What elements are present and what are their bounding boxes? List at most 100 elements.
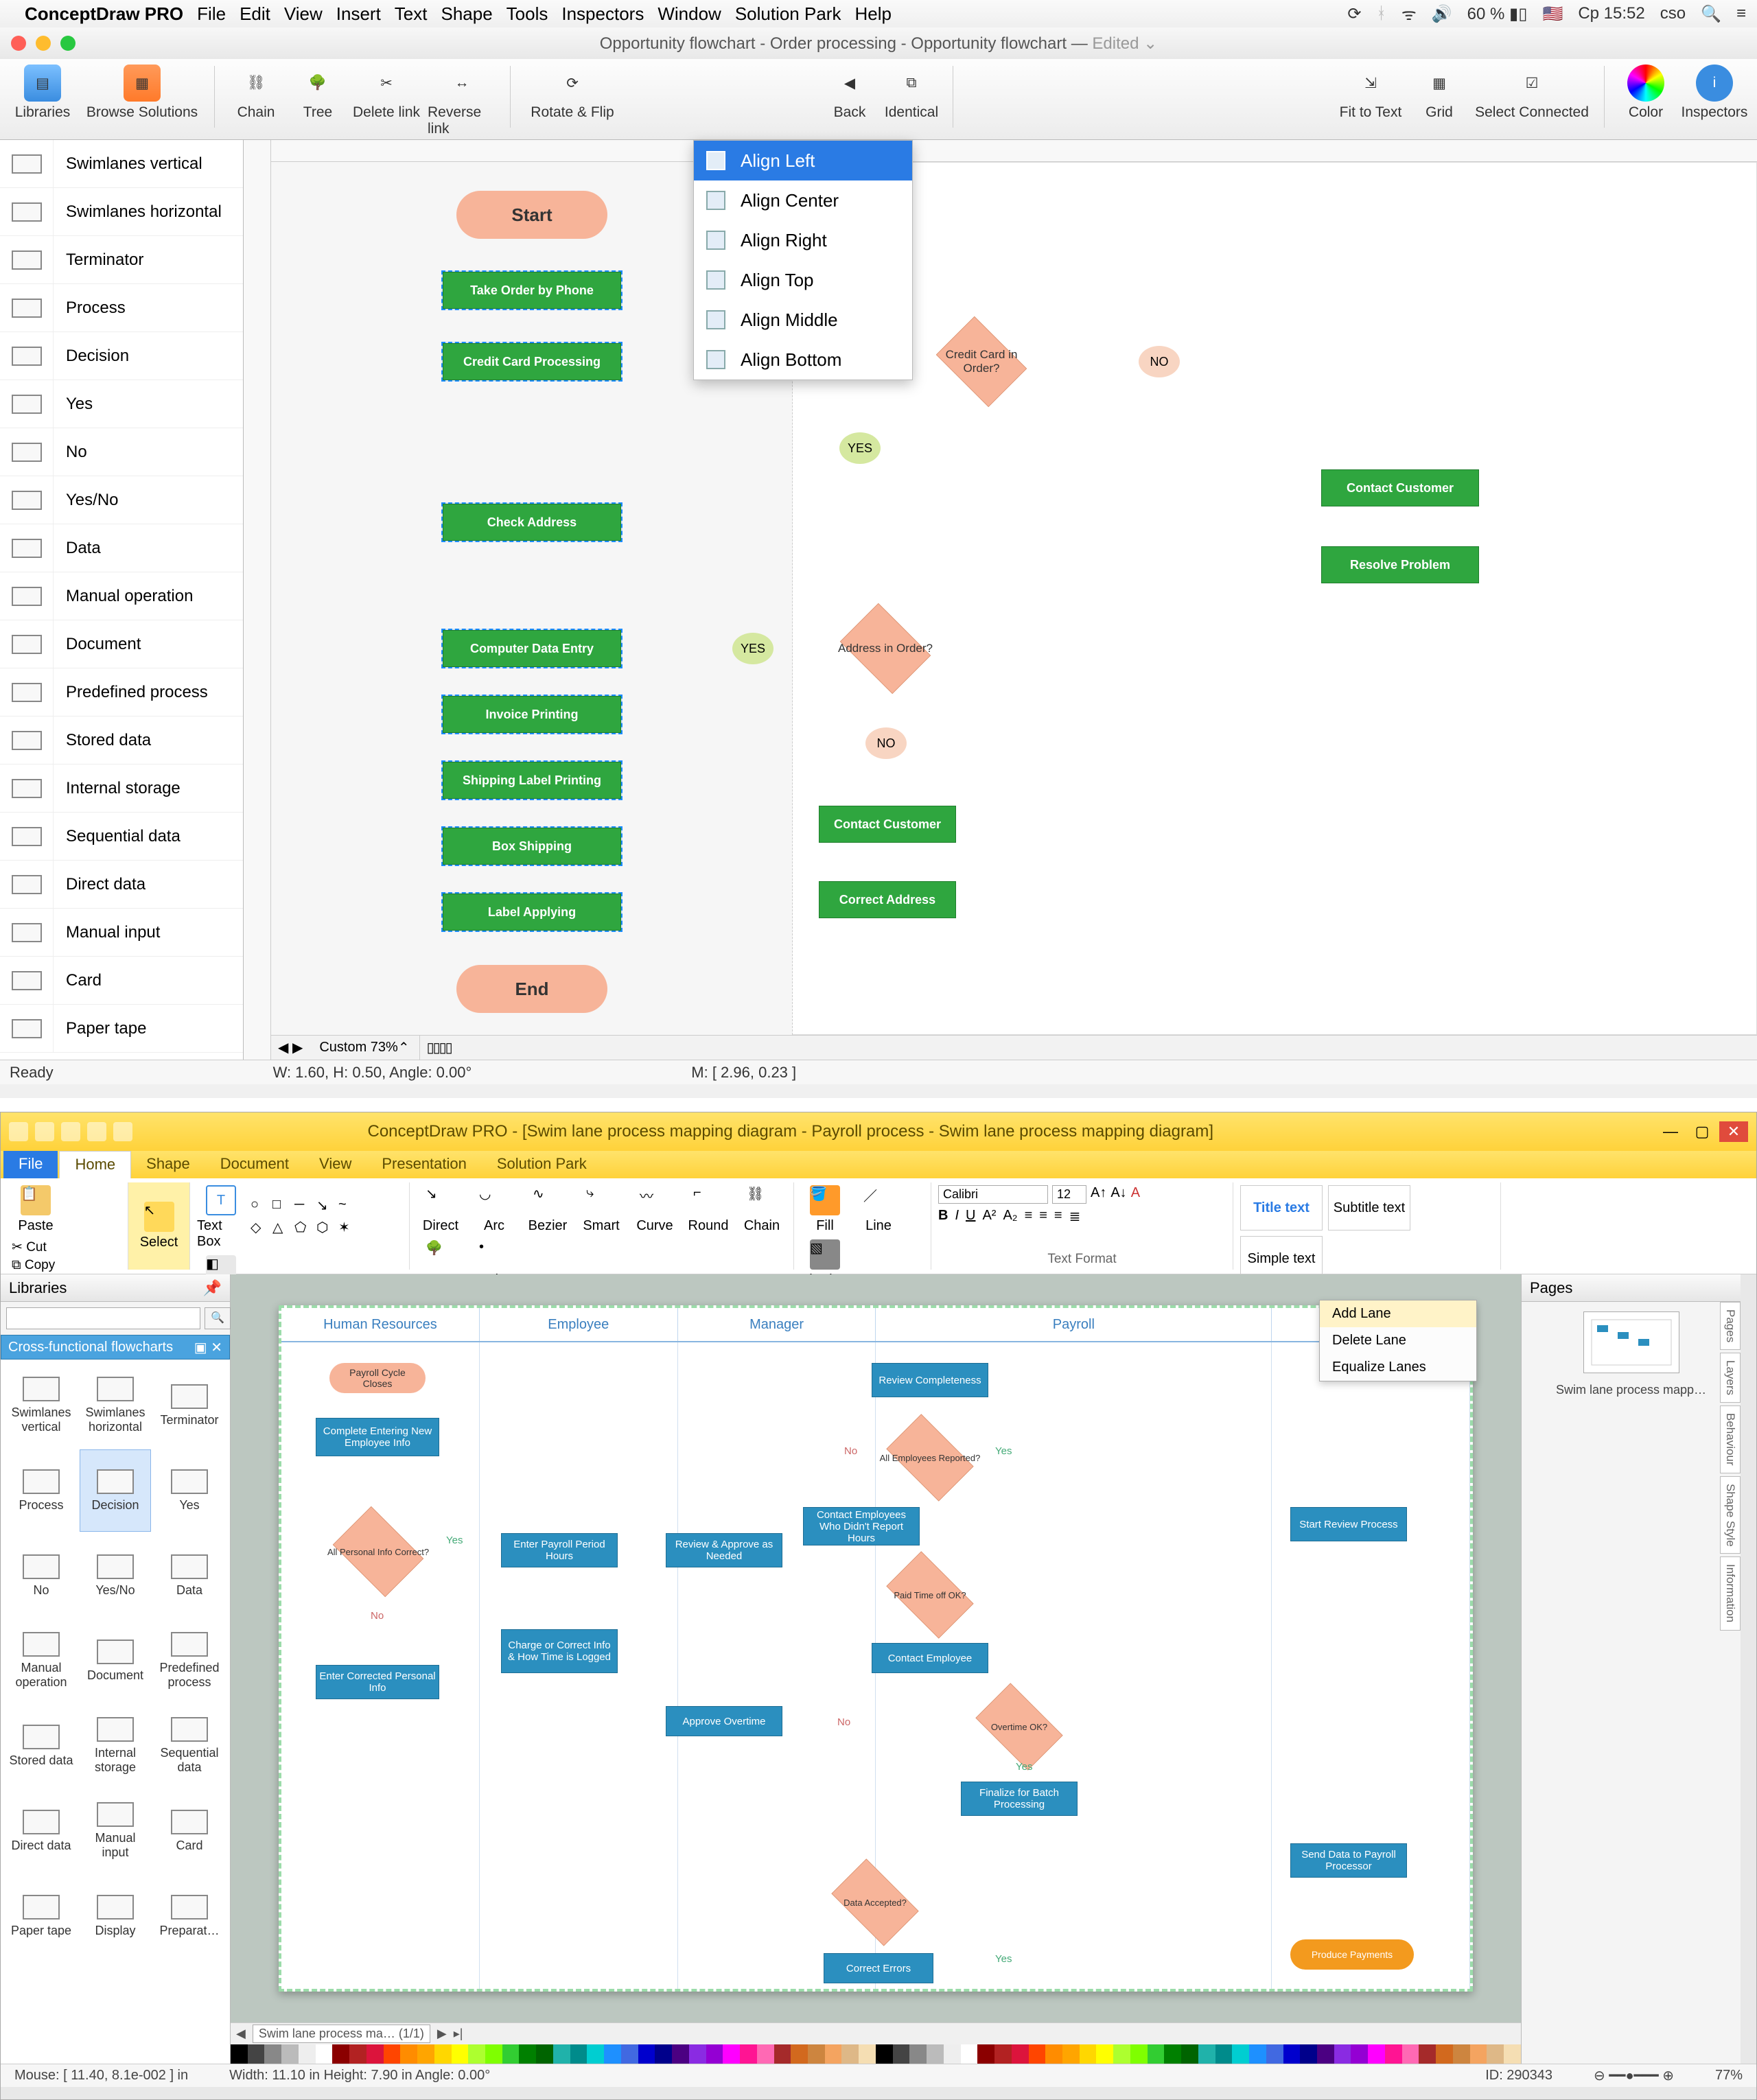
menu-extra-icon[interactable]: ≡	[1736, 4, 1746, 23]
palette-swatch[interactable]	[1266, 2044, 1283, 2064]
shape-item[interactable]: No	[0, 428, 243, 476]
palette-swatch[interactable]	[1317, 2044, 1334, 2064]
palette-swatch[interactable]	[1181, 2044, 1198, 2064]
align-right-item[interactable]: Align Right	[694, 220, 912, 260]
side-tab-behaviour[interactable]: Behaviour	[1720, 1405, 1741, 1473]
palette-swatch[interactable]	[1062, 2044, 1080, 2064]
palette-swatch[interactable]	[876, 2044, 893, 2064]
conn-direct[interactable]: ↘Direct	[417, 1185, 465, 1234]
wf-pr-contact-emps[interactable]: Contact Employees Who Didn't Report Hour…	[803, 1507, 920, 1545]
palette-swatch[interactable]	[485, 2044, 502, 2064]
palette-swatch[interactable]	[264, 2044, 281, 2064]
wf-pv-start-review[interactable]: Start Review Process	[1290, 1507, 1407, 1541]
tree-button[interactable]: 🌳Tree	[290, 63, 345, 137]
shape-item[interactable]: Process	[0, 284, 243, 332]
file-tab[interactable]: File	[3, 1151, 58, 1178]
zoom-selector[interactable]: Custom 73% ⌃	[310, 1036, 419, 1060]
palette-swatch[interactable]	[706, 2044, 723, 2064]
wf-pr-correct-errors[interactable]: Correct Errors	[824, 1953, 933, 1983]
wf-mgr-review[interactable]: Review & Approve as Needed	[666, 1533, 782, 1567]
wf-mgr-overtime[interactable]: Approve Overtime	[666, 1706, 782, 1736]
font-shrink-icon[interactable]: A↓	[1110, 1185, 1126, 1204]
process-contact-cust[interactable]: Contact Customer	[1321, 469, 1479, 506]
line-button[interactable]: ／Line	[854, 1185, 903, 1234]
palette-swatch[interactable]	[825, 2044, 842, 2064]
menu-insert[interactable]: Insert	[336, 3, 381, 25]
tab-document[interactable]: Document	[205, 1151, 304, 1178]
palette-swatch[interactable]	[231, 2044, 248, 2064]
tab-view[interactable]: View	[304, 1151, 366, 1178]
shape-item[interactable]: Decision	[0, 332, 243, 380]
conn-round[interactable]: ⌐Round	[684, 1185, 732, 1234]
palette-swatch[interactable]	[1012, 2044, 1029, 2064]
palette-swatch[interactable]	[417, 2044, 434, 2064]
align-center-item[interactable]: Align Center	[694, 180, 912, 220]
palette-swatch[interactable]	[400, 2044, 417, 2064]
delete-lane-item[interactable]: Delete Lane	[1320, 1327, 1476, 1354]
side-tab-shape-style[interactable]: Shape Style	[1720, 1476, 1741, 1554]
paste-button[interactable]: 📋Paste	[12, 1185, 60, 1234]
palette-swatch[interactable]	[316, 2044, 333, 2064]
palette-swatch[interactable]	[740, 2044, 757, 2064]
shape-item[interactable]: Terminator	[0, 236, 243, 284]
shape-item[interactable]: Document	[0, 620, 243, 668]
libraries-button[interactable]: ▤Libraries	[8, 63, 77, 121]
tab-home[interactable]: Home	[59, 1151, 131, 1178]
decision-cc[interactable]: Credit Card in Order?	[930, 324, 1033, 399]
wf-pv-send-data[interactable]: Send Data to Payroll Processor	[1290, 1843, 1407, 1878]
tab-presentation[interactable]: Presentation	[366, 1151, 482, 1178]
menu-window[interactable]: Window	[658, 3, 721, 25]
palette-swatch[interactable]	[519, 2044, 536, 2064]
flag-icon[interactable]: 🇺🇸	[1542, 4, 1563, 24]
palette-swatch[interactable]	[1080, 2044, 1097, 2064]
bluetooth-icon[interactable]: ᚼ	[1376, 4, 1386, 23]
library-category-header[interactable]: Cross-functional flowcharts▣ ✕	[1, 1335, 230, 1360]
palette-swatch[interactable]	[281, 2044, 299, 2064]
palette-swatch[interactable]	[1232, 2044, 1249, 2064]
library-item[interactable]: Yes/No	[80, 1535, 150, 1616]
cut-button[interactable]: ✂ Cut	[12, 1239, 69, 1255]
palette-swatch[interactable]	[977, 2044, 994, 2064]
shape-item[interactable]: Data	[0, 524, 243, 572]
process-correct-addr[interactable]: Correct Address	[819, 881, 956, 918]
menu-help[interactable]: Help	[854, 3, 891, 25]
tab-shape[interactable]: Shape	[131, 1151, 205, 1178]
palette-swatch[interactable]	[927, 2044, 944, 2064]
terminator-payroll-start[interactable]: Payroll Cycle Closes	[329, 1363, 426, 1393]
palette-swatch[interactable]	[841, 2044, 859, 2064]
shape-item[interactable]: Swimlanes vertical	[0, 140, 243, 188]
library-item[interactable]: Direct data	[6, 1790, 76, 1871]
align-top-item[interactable]: Align Top	[694, 260, 912, 300]
wf-pv-produce[interactable]: Produce Payments	[1290, 1939, 1414, 1970]
palette-swatch[interactable]	[672, 2044, 689, 2064]
palette-swatch[interactable]	[723, 2044, 740, 2064]
chain-button[interactable]: ⛓Chain	[229, 63, 283, 137]
library-item[interactable]: Paper tape	[6, 1876, 76, 1957]
palette-swatch[interactable]	[621, 2044, 638, 2064]
canvas-area[interactable]: Human Resources Employee Manager Payroll…	[231, 1274, 1521, 2022]
library-item[interactable]: Document	[80, 1620, 150, 1701]
palette-swatch[interactable]	[1283, 2044, 1301, 2064]
menu-shape[interactable]: Shape	[441, 3, 492, 25]
palette-swatch[interactable]	[1402, 2044, 1419, 2064]
close-window-button[interactable]	[11, 36, 26, 51]
copy-button[interactable]: ⧉ Copy	[12, 1258, 69, 1273]
palette-swatch[interactable]	[1487, 2044, 1504, 2064]
wf-pr-q1[interactable]: All Employees Reported?	[878, 1423, 981, 1492]
library-item[interactable]: Internal storage	[80, 1705, 150, 1786]
shape-item[interactable]: Yes/No	[0, 476, 243, 524]
align-center-icon[interactable]: ≡	[1039, 1208, 1047, 1225]
library-item[interactable]: Card	[154, 1790, 224, 1871]
shape-item[interactable]: Manual operation	[0, 572, 243, 620]
fit-to-text-button[interactable]: ⇲Fit to Text	[1336, 63, 1405, 121]
shape-item[interactable]: Yes	[0, 380, 243, 428]
palette-swatch[interactable]	[349, 2044, 366, 2064]
palette-swatch[interactable]	[1164, 2044, 1181, 2064]
terminator-start[interactable]: Start	[456, 191, 607, 239]
wf-hr-decision[interactable]: All Personal Info Correct?	[327, 1514, 430, 1589]
palette-swatch[interactable]	[502, 2044, 520, 2064]
lane-header-hr[interactable]: Human Resources	[281, 1308, 480, 1341]
palette-swatch[interactable]	[1385, 2044, 1402, 2064]
palette-swatch[interactable]	[1351, 2044, 1368, 2064]
wf-pr-q2[interactable]: Paid Time off OK?	[878, 1561, 981, 1629]
